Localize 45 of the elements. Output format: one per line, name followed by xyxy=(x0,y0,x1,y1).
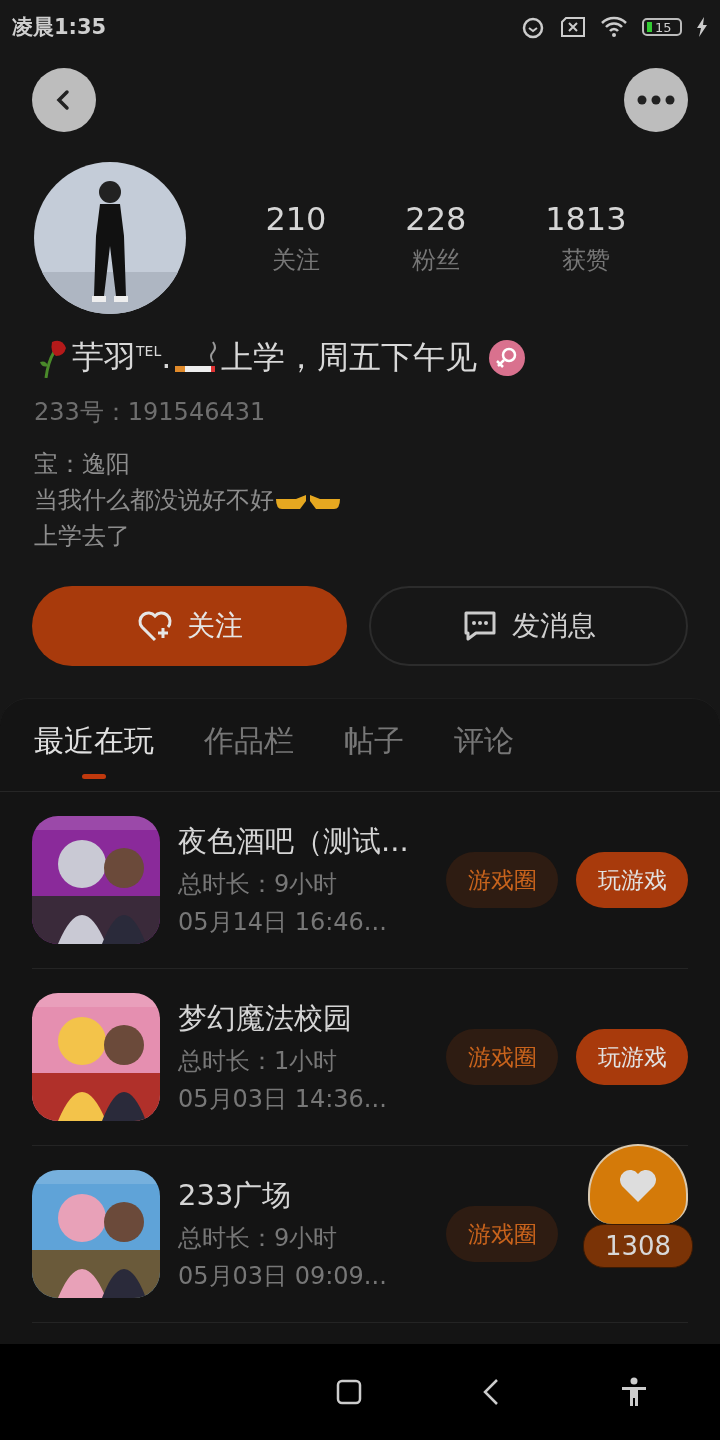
stat-count: 1813 xyxy=(545,200,627,238)
status-time: 凌晨1:35 xyxy=(12,14,107,41)
game-title: 夜色酒吧（测试... xyxy=(178,823,410,860)
bio-text: 当我什么都没说好不好 xyxy=(34,485,274,516)
accessibility-icon[interactable] xyxy=(620,1377,648,1407)
like-count: 1308 xyxy=(583,1224,693,1268)
user-id: 233号：191546431 xyxy=(33,397,267,428)
tab[interactable]: 最近在玩 xyxy=(34,721,154,791)
female-icon xyxy=(489,340,526,376)
last-played: 05月03日 09:09... xyxy=(178,1261,388,1292)
game-circle-button[interactable]: 游戏圈 xyxy=(446,1206,558,1262)
user-status: 上学，周五下午见 xyxy=(221,337,478,378)
stat-label: 获赞 xyxy=(561,245,610,276)
play-duration: 总时长：9小时 xyxy=(178,869,339,900)
game-title: 233广场 xyxy=(178,1177,293,1214)
game-circle-button[interactable]: 游戏圈 xyxy=(446,852,558,908)
game-circle-button[interactable]: 游戏圈 xyxy=(446,1029,558,1085)
message-button[interactable]: 发消息 xyxy=(369,586,688,666)
stat-count: 228 xyxy=(405,200,467,238)
tab[interactable]: 帖子 xyxy=(344,721,404,791)
more-icon xyxy=(636,95,676,105)
play-duration: 总时长：9小时 xyxy=(178,1223,339,1254)
stat-label: 粉丝 xyxy=(411,245,460,276)
sim-icon xyxy=(560,16,586,38)
last-played: 05月03日 14:36... xyxy=(178,1084,388,1115)
recent-apps-icon[interactable] xyxy=(336,1379,362,1405)
user-name: 芋羽$^{TEL}$. xyxy=(72,337,172,378)
tab[interactable]: 作品栏 xyxy=(204,721,294,791)
bio-text: 宝：逸阳 xyxy=(34,449,130,480)
bio-text: 上学去了 xyxy=(34,521,130,552)
play-button[interactable]: 玩游戏 xyxy=(576,852,688,908)
heart-plus-icon xyxy=(136,610,173,642)
game-title: 梦幻魔法校园 xyxy=(178,1000,353,1037)
charging-icon xyxy=(696,17,708,37)
wifi-icon xyxy=(600,16,628,38)
tab[interactable]: 评论 xyxy=(454,721,514,791)
play-duration: 总时长：1小时 xyxy=(178,1046,339,1077)
last-played: 05月14日 16:46... xyxy=(178,907,388,938)
battery-icon: 15 xyxy=(642,18,682,36)
back-icon[interactable] xyxy=(482,1378,500,1406)
stat-label: 关注 xyxy=(271,245,320,276)
stat-count: 210 xyxy=(265,200,327,238)
follow-button[interactable]: 关注 xyxy=(32,586,347,666)
play-button[interactable]: 玩游戏 xyxy=(576,1029,688,1085)
heart-icon xyxy=(618,1168,658,1204)
